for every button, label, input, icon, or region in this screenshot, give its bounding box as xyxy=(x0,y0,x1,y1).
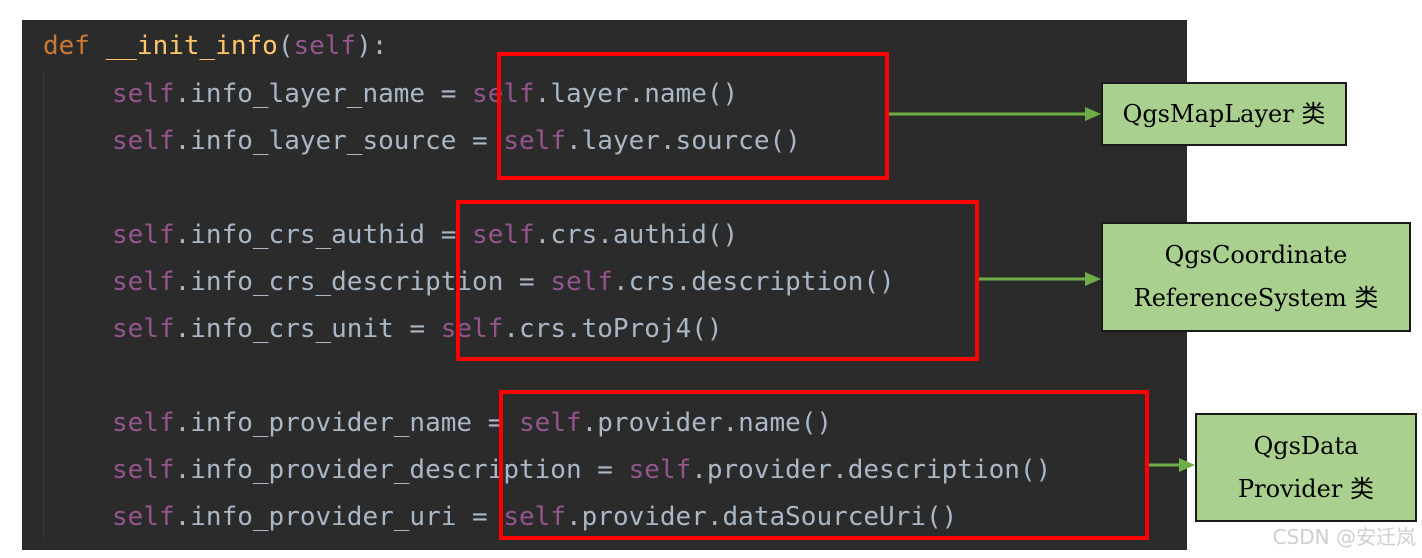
class-label-qgsmaplayer: QgsMapLayer 类 xyxy=(1101,82,1347,146)
arrow-layer xyxy=(889,107,1101,121)
arrow-crs xyxy=(979,272,1101,286)
class-label-qgscoordinatereferencesystem: QgsCoordinate ReferenceSystem 类 xyxy=(1101,222,1411,332)
class-label-qgsdataprovider: QgsData Provider 类 xyxy=(1195,413,1417,522)
watermark: CSDN @安迁岚 xyxy=(1272,525,1416,549)
arrow-provider xyxy=(1149,458,1195,472)
